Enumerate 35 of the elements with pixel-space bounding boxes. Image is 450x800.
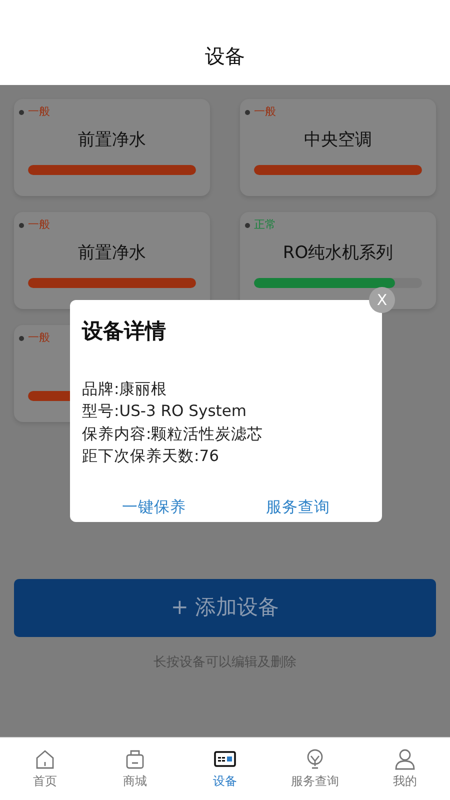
status-dot	[245, 110, 250, 114]
status-label: 一般	[28, 105, 50, 119]
status-label: 一般	[28, 218, 50, 232]
tab-item[interactable]: 首页	[0, 738, 90, 800]
add-device-button[interactable]: + 添加设备	[14, 579, 436, 637]
status-dot	[19, 222, 24, 228]
dialog-action[interactable]: 服务查询	[260, 496, 336, 519]
device-name: RO纯水机系列	[282, 243, 394, 263]
dialog-action[interactable]: 一键保养	[116, 496, 192, 519]
detail-line: 品牌:康丽根	[82, 378, 168, 400]
device-card[interactable]: 一般 中央空调	[240, 99, 436, 196]
bag-icon	[124, 748, 146, 770]
status-label: 一般	[254, 105, 276, 119]
page-title: 设备	[205, 43, 245, 70]
status-dot	[19, 110, 24, 114]
tab-item[interactable]: 设备	[180, 738, 270, 800]
detail-line: 型号:US-3 RO System	[82, 401, 248, 422]
device-name: 前置净水	[78, 243, 146, 263]
tab-item[interactable]: 商城	[90, 738, 180, 800]
status-label: 正常	[254, 218, 276, 232]
device-card[interactable]: 一般 前置净水	[14, 99, 210, 196]
home-icon	[34, 748, 56, 770]
person-icon	[394, 748, 416, 770]
device-name: 前置净水	[78, 130, 146, 150]
tab-item[interactable]: 我的	[360, 738, 450, 800]
status-dot	[245, 222, 250, 228]
status-dot	[19, 336, 24, 340]
device-icon	[214, 748, 236, 770]
tab-item[interactable]: 服务查询	[270, 738, 360, 800]
device-name: 中央空调	[304, 130, 372, 150]
device-card[interactable]: 一般 前置净水	[14, 212, 210, 309]
dialog-title: 设备详情	[82, 318, 167, 345]
status-label: 一般	[28, 331, 50, 345]
detail-line: 保养内容:颗粒活性炭滤芯	[82, 424, 264, 444]
detail-line: 距下次保养天数:76	[82, 446, 220, 467]
